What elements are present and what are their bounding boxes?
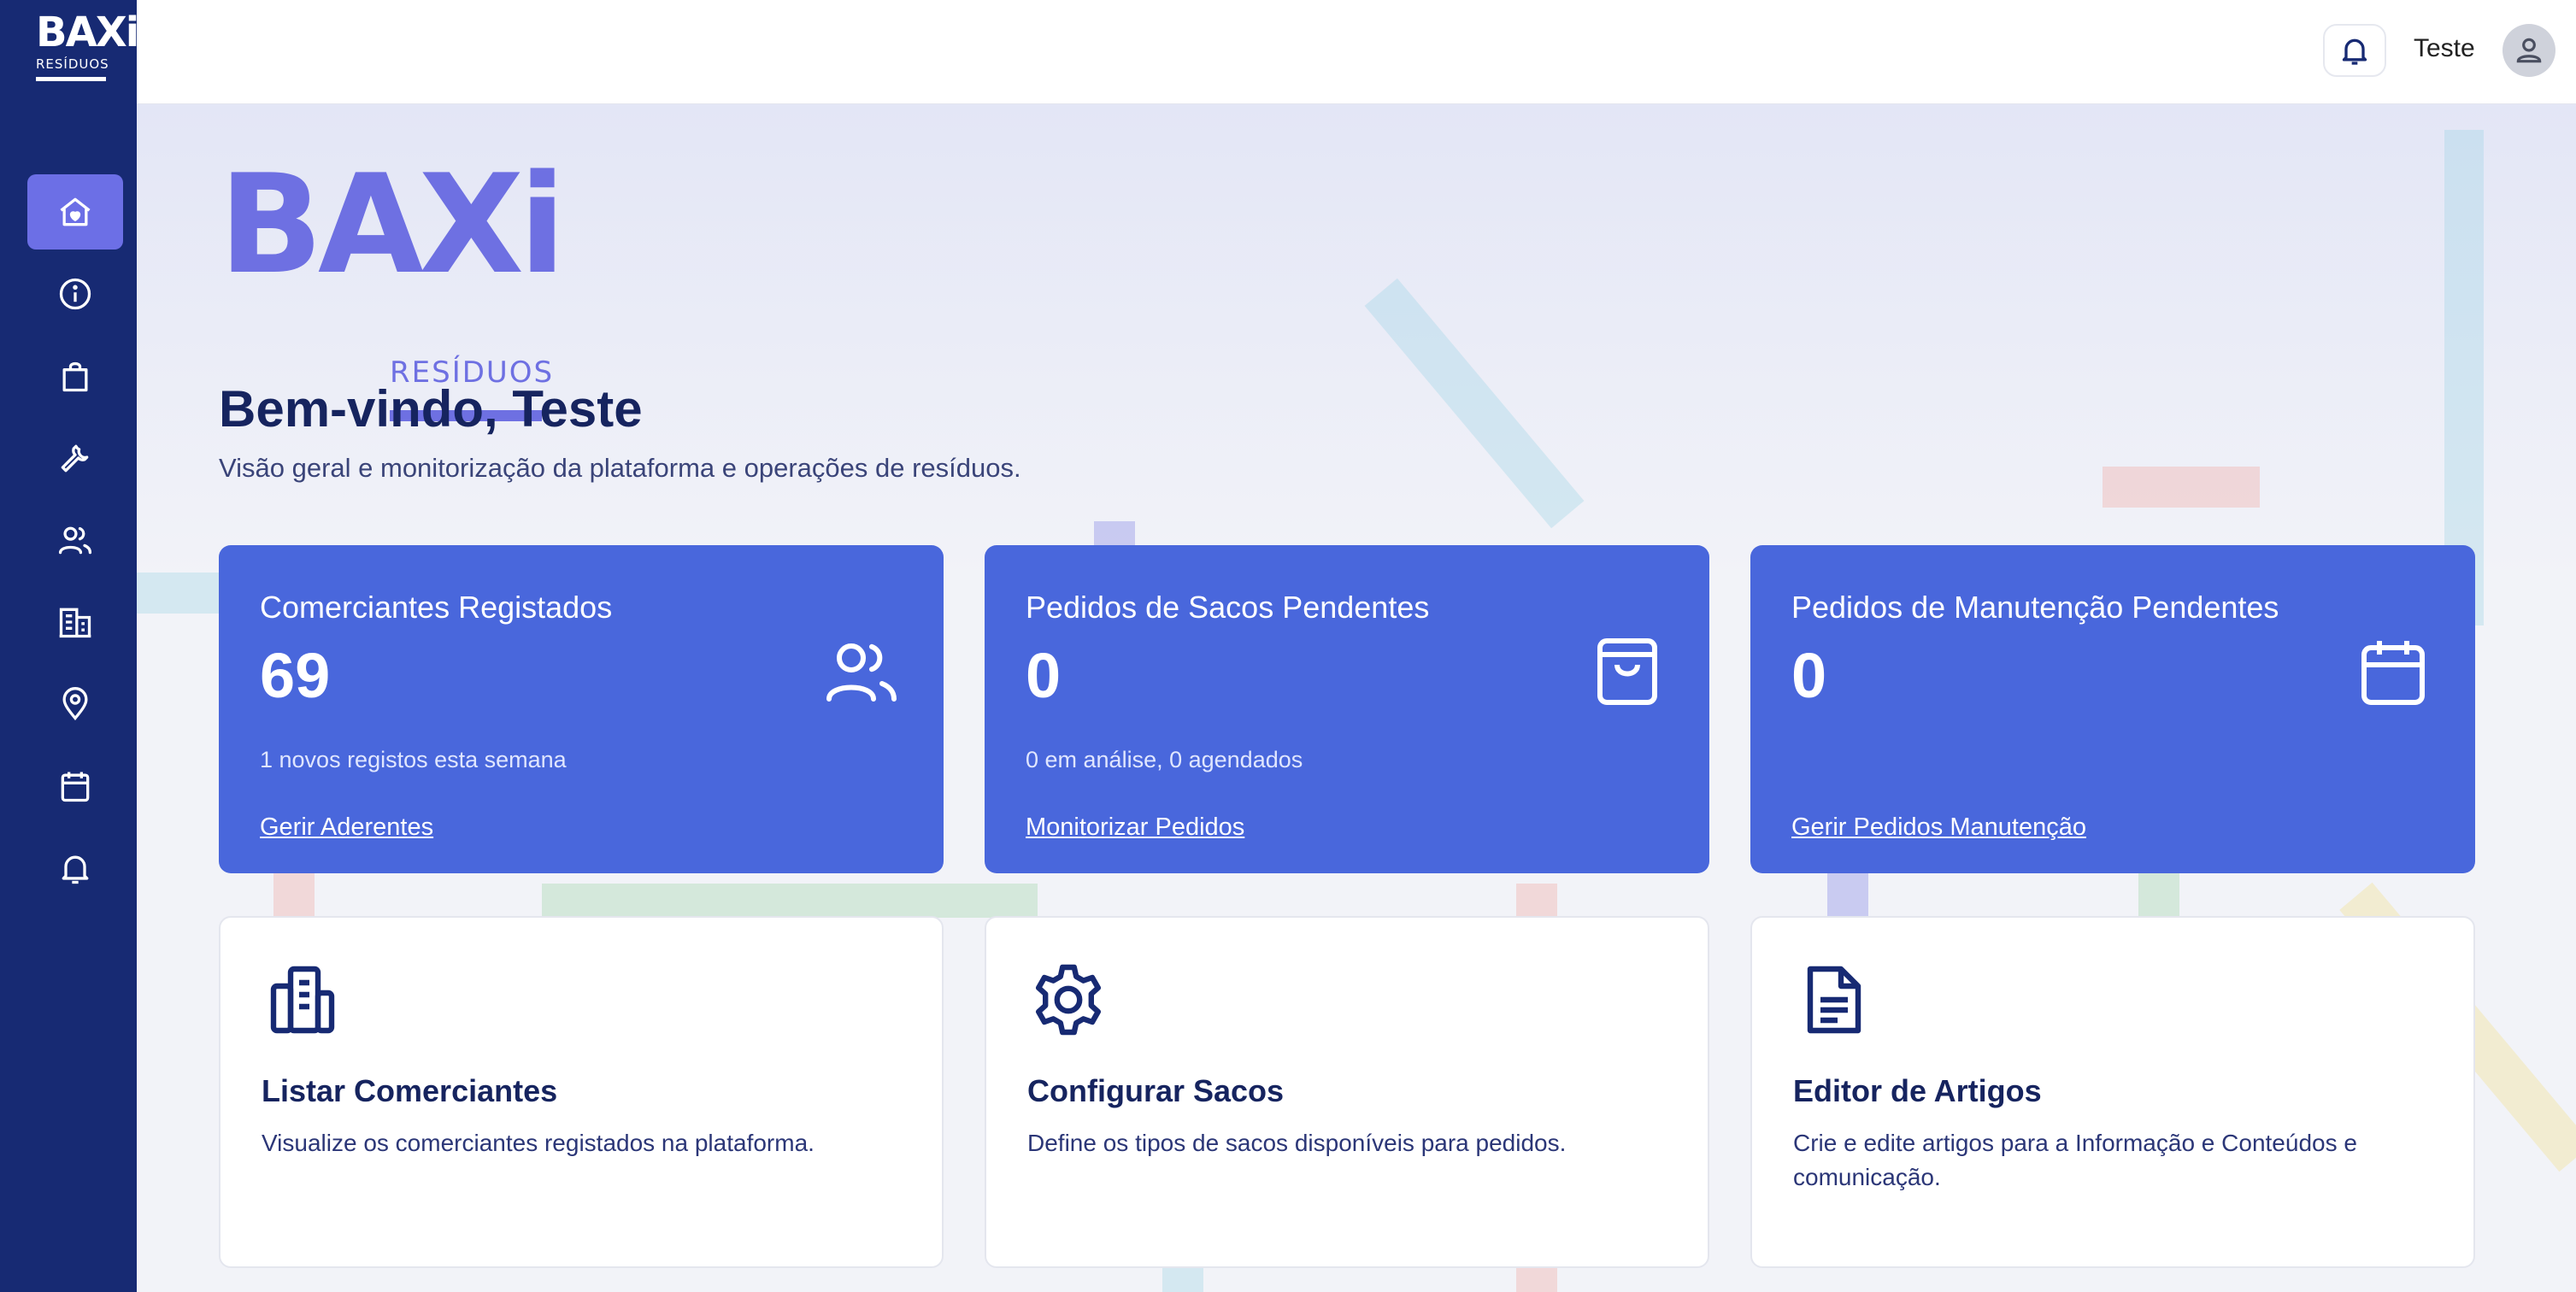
logo-subtitle: RESÍDUOS: [36, 56, 109, 72]
background-decoration: [1516, 884, 1557, 918]
action-card-article-editor[interactable]: Editor de Artigos Crie e edite artigos p…: [1750, 916, 2475, 1268]
sidebar: BAXi RESÍDUOS: [0, 0, 139, 1292]
wrench-icon: [61, 444, 89, 473]
action-title: Listar Comerciantes: [262, 1073, 558, 1108]
logo-underline: [36, 77, 106, 81]
action-description: Visualize os comerciantes registados na …: [262, 1130, 815, 1156]
stat-card-bag-requests: Pedidos de Sacos Pendentes 0 0 em anális…: [985, 545, 1709, 873]
document-icon: [1807, 966, 1861, 1034]
logo-letters: BAXi: [36, 9, 139, 56]
stat-label: Pedidos de Sacos Pendentes: [1026, 590, 1430, 625]
sidebar-item-notifications[interactable]: [27, 831, 123, 906]
users-icon: [826, 643, 897, 702]
bag-icon: [62, 361, 88, 392]
stat-detail: 1 novos registos esta semana: [260, 747, 567, 772]
sidebar-item-calendar[interactable]: [27, 749, 123, 824]
background-decoration: [542, 884, 1038, 918]
monitor-requests-link[interactable]: Monitorizar Pedidos: [1026, 813, 1244, 842]
action-card-configure-bags[interactable]: Configurar Sacos Define os tipos de saco…: [985, 916, 1709, 1268]
stat-value: 69: [260, 640, 331, 711]
page-title: Bem-vindo, Teste: [219, 380, 643, 438]
building-icon: [270, 966, 335, 1034]
sidebar-item-maintenance[interactable]: [27, 420, 123, 496]
stat-card-maintenance-requests: Pedidos de Manutenção Pendentes 0 Gerir …: [1750, 545, 2475, 873]
background-decoration: [2103, 467, 2260, 508]
action-title: Editor de Artigos: [1793, 1073, 2042, 1108]
users-icon: [58, 526, 92, 555]
top-bar: Teste: [137, 0, 2576, 104]
page-subtitle: Visão geral e monitorização da plataform…: [219, 453, 1021, 483]
home-icon: [60, 197, 91, 226]
stat-card-merchants: Comerciantes Registados 69 1 novos regis…: [219, 545, 944, 873]
bell-icon: [62, 855, 89, 884]
stat-detail: 0 em análise, 0 agendados: [1026, 747, 1303, 772]
sidebar-item-locations[interactable]: [27, 667, 123, 742]
manage-maintenance-link[interactable]: Gerir Pedidos Manutenção: [1791, 813, 2086, 842]
hero-logo: BAXi RESÍDUOS: [219, 144, 578, 421]
info-icon: [59, 278, 91, 310]
shopping-bag-icon: [1597, 638, 1657, 705]
notifications-button[interactable]: [2323, 24, 2386, 77]
building-icon: [59, 608, 91, 638]
user-icon: [2516, 38, 2542, 63]
sidebar-logo[interactable]: BAXi RESÍDUOS: [36, 9, 139, 126]
action-description: Crie e edite artigos para a Informação e…: [1793, 1130, 2357, 1190]
sidebar-item-buildings[interactable]: [27, 584, 123, 660]
user-name[interactable]: Teste: [2414, 34, 2475, 63]
manage-members-link[interactable]: Gerir Aderentes: [260, 813, 433, 842]
calendar-icon: [61, 772, 90, 802]
calendar-icon: [2361, 641, 2425, 705]
main-content: BAXi RESÍDUOS Bem-vindo, Teste Visão ger…: [137, 104, 2576, 1292]
background-decoration: [137, 573, 219, 614]
stat-value: 0: [1791, 640, 1827, 711]
stat-label: Comerciantes Registados: [260, 590, 613, 625]
sidebar-item-info[interactable]: [27, 256, 123, 332]
action-description: Define os tipos de sacos disponíveis par…: [1027, 1130, 1567, 1156]
action-title: Configurar Sacos: [1027, 1073, 1285, 1108]
action-card-list-merchants[interactable]: Listar Comerciantes Visualize os comerci…: [219, 916, 944, 1268]
background-decoration: [1364, 278, 1585, 529]
map-pin-icon: [62, 687, 88, 721]
stat-label: Pedidos de Manutenção Pendentes: [1791, 590, 2279, 625]
sidebar-item-home[interactable]: [27, 174, 123, 250]
hero-logo-letters: BAXi: [219, 144, 566, 304]
user-avatar[interactable]: [2502, 24, 2555, 77]
gear-icon: [1036, 964, 1101, 1036]
stat-value: 0: [1026, 640, 1062, 711]
sidebar-item-users[interactable]: [27, 502, 123, 578]
bell-icon: [2342, 38, 2367, 65]
sidebar-item-bags[interactable]: [27, 338, 123, 414]
